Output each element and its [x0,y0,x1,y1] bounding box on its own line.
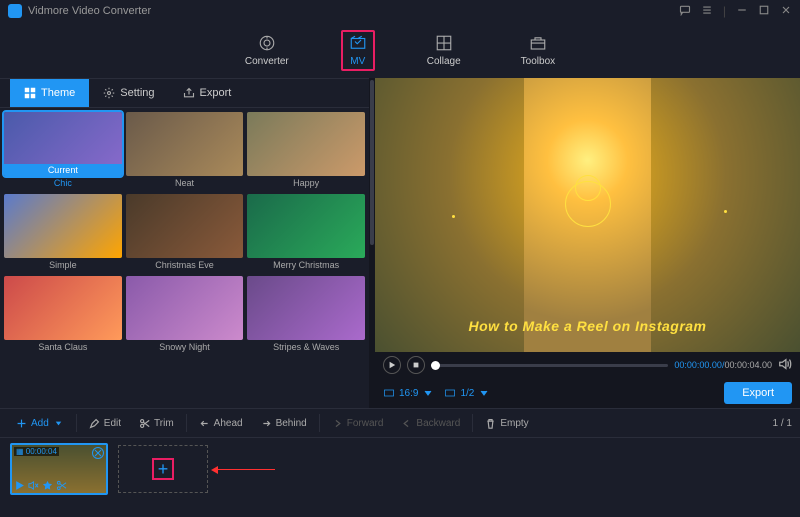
clip-mute-icon[interactable] [28,480,39,491]
forward-button[interactable]: Forward [324,414,392,433]
theme-item[interactable]: Happy [247,112,365,190]
subtab-export[interactable]: Export [169,79,246,107]
playback-controls: 00:00:00.00/00:00:04.00 [375,352,800,378]
subtab-label: Setting [120,87,154,99]
export-button[interactable]: Export [724,382,792,404]
zoom-dropdown[interactable]: 1/2 [444,387,490,399]
feedback-icon[interactable] [679,4,691,19]
maximize-button[interactable] [758,4,770,19]
subtab-setting[interactable]: Setting [89,79,168,107]
theme-item[interactable]: Santa Claus [4,276,122,354]
theme-item[interactable]: Stripes & Waves [247,276,365,354]
clip-item[interactable]: ▦ 00:00:04 [10,443,108,495]
theme-label: Chic [4,176,122,190]
preview-subtitle: How to Make a Reel on Instagram [375,318,800,334]
theme-item[interactable]: Snowy Night [126,276,244,354]
preview-panel: How to Make a Reel on Instagram 00:00:00… [375,78,800,408]
tab-converter[interactable]: Converter [237,30,297,71]
theme-label: Merry Christmas [247,258,365,272]
behind-button[interactable]: Behind [253,414,315,433]
theme-item[interactable]: Simple [4,194,122,272]
clip-star-icon[interactable] [42,480,53,491]
trim-button[interactable]: Trim [131,414,182,433]
menu-icon[interactable] [701,4,713,19]
preview-options: 16:9 1/2 Export [375,378,800,408]
left-panel: Theme Setting Export Current Chic Neat [0,78,375,408]
subtab-theme[interactable]: Theme [10,79,89,107]
theme-item[interactable]: Current Chic [4,112,122,190]
theme-grid: Current Chic Neat Happy Simple Christmas… [0,108,369,408]
tab-label: MV [350,56,365,67]
theme-label: Happy [247,176,365,190]
clip-play-icon[interactable] [14,480,25,491]
volume-icon[interactable] [778,357,792,374]
theme-label: Neat [126,176,244,190]
timeline: ▦ 00:00:04 + [0,438,800,500]
stop-button[interactable] [407,356,425,374]
progress-bar[interactable] [431,364,668,367]
theme-label: Snowy Night [126,340,244,354]
theme-item[interactable]: Merry Christmas [247,194,365,272]
annotation-arrow [207,469,277,471]
tab-label: Collage [427,56,461,67]
subtab-label: Theme [41,87,75,99]
tab-mv[interactable]: MV [341,30,375,71]
clip-trim-icon[interactable] [56,480,67,491]
app-logo [8,4,22,18]
theme-item[interactable]: Christmas Eve [126,194,244,272]
backward-button[interactable]: Backward [393,414,468,433]
tab-toolbox[interactable]: Toolbox [513,30,563,71]
tab-label: Converter [245,56,289,67]
add-clip-button[interactable]: + [118,445,208,493]
time-display: 00:00:00.00/00:00:04.00 [674,360,772,370]
theme-label: Santa Claus [4,340,122,354]
tab-collage[interactable]: Collage [419,30,469,71]
app-title: Vidmore Video Converter [28,5,679,17]
plus-icon: + [152,458,174,480]
subtab-label: Export [200,87,232,99]
clip-toolbar: Add Edit Trim Ahead Behind Forward Backw… [0,408,800,438]
clip-duration: ▦ 00:00:04 [14,447,59,456]
add-button[interactable]: Add [8,414,72,433]
page-indicator: 1 / 1 [773,418,792,429]
play-button[interactable] [383,356,401,374]
close-button[interactable] [780,4,792,19]
check-icon [6,166,16,176]
tab-label: Toolbox [521,56,555,67]
edit-button[interactable]: Edit [81,414,129,433]
theme-item[interactable]: Neat [126,112,244,190]
sub-tabs: Theme Setting Export [0,78,369,108]
aspect-ratio-dropdown[interactable]: 16:9 [383,387,434,399]
ahead-button[interactable]: Ahead [191,414,251,433]
titlebar: Vidmore Video Converter | [0,0,800,22]
theme-label: Stripes & Waves [247,340,365,354]
clip-remove-icon[interactable] [92,447,104,459]
theme-label: Simple [4,258,122,272]
main-tabs: Converter MV Collage Toolbox [0,22,800,78]
empty-button[interactable]: Empty [477,414,536,433]
video-preview[interactable]: How to Make a Reel on Instagram [375,78,800,352]
divider: | [723,4,726,18]
minimize-button[interactable] [736,4,748,19]
current-tag: Current [4,164,122,176]
theme-label: Christmas Eve [126,258,244,272]
